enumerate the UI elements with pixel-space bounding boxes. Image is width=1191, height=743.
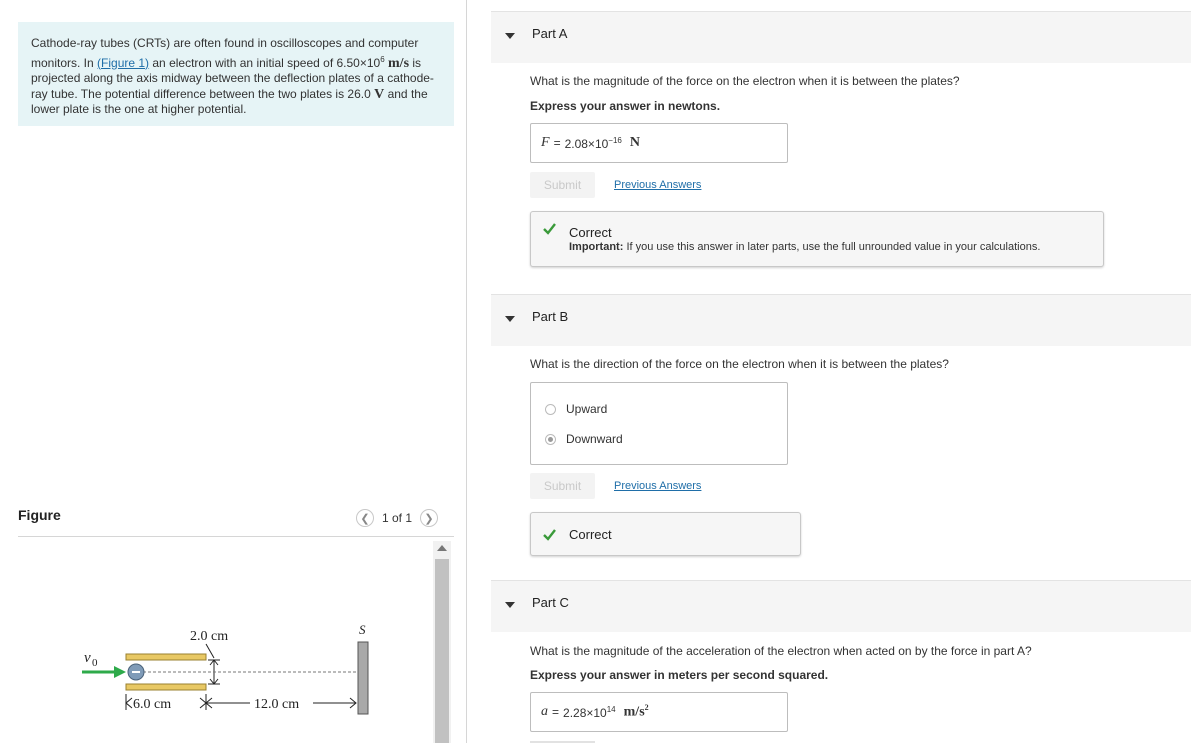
intro-line-4: ray tube. The potential difference betwe… bbox=[31, 86, 428, 102]
collapse-caret-icon[interactable] bbox=[505, 33, 515, 39]
lower-plate bbox=[125, 683, 207, 691]
part-b-title: Part B bbox=[532, 309, 569, 324]
figure-pager: ❮ 1 of 1 ❯ bbox=[356, 508, 439, 528]
problem-statement: Cathode-ray tubes (CRTs) are often found… bbox=[18, 22, 454, 126]
part-b-question: What is the direction of the force on th… bbox=[530, 357, 949, 371]
figure-link[interactable]: (Figure 1) bbox=[97, 56, 149, 70]
part-c-instruction: Express your answer in meters per second… bbox=[530, 668, 829, 682]
part-a-question: What is the magnitude of the force on th… bbox=[530, 74, 960, 88]
upper-plate bbox=[125, 653, 207, 661]
part-a-feedback-title: Correct bbox=[569, 225, 612, 240]
part-a-instruction: Express your answer in newtons. bbox=[530, 99, 721, 113]
scroll-up-icon[interactable] bbox=[437, 545, 447, 551]
part-b-feedback-title: Correct bbox=[569, 527, 612, 542]
figure-scrollbar[interactable] bbox=[433, 541, 451, 743]
part-c-answer-value: 2.28×1014 bbox=[563, 704, 616, 720]
part-a-feedback: Correct Important: If you use this answe… bbox=[530, 211, 1104, 267]
part-b-feedback: Correct bbox=[530, 512, 801, 556]
crt-figure: v 0 2.0 cm S 6.0 cm 12.0 cm bbox=[82, 622, 369, 715]
figure-divider bbox=[18, 536, 454, 537]
part-c-header[interactable]: Part C bbox=[491, 580, 1191, 632]
chevron-left-icon[interactable]: ❮ bbox=[356, 509, 374, 527]
part-a-header[interactable]: Part A bbox=[491, 11, 1191, 63]
scrollbar-thumb[interactable] bbox=[435, 559, 449, 743]
label-screen: S bbox=[359, 622, 366, 637]
label-plate-length: 6.0 cm bbox=[133, 697, 171, 712]
intro-line-5: lower plate is the one at higher potenti… bbox=[31, 102, 247, 116]
part-c-question: What is the magnitude of the acceleratio… bbox=[530, 644, 1032, 658]
collapse-caret-icon[interactable] bbox=[505, 316, 515, 322]
checkmark-icon bbox=[543, 529, 556, 541]
part-a-previous-answers-link[interactable]: Previous Answers bbox=[614, 179, 701, 191]
part-a-feedback-note: Important: If you use this answer in lat… bbox=[569, 241, 1041, 253]
collapse-caret-icon[interactable] bbox=[505, 602, 515, 608]
part-c-answer-field[interactable]: a = 2.28×1014 m/s2 bbox=[530, 692, 788, 732]
label-distance: 12.0 cm bbox=[254, 697, 299, 712]
option-downward[interactable]: Downward bbox=[545, 432, 623, 446]
label-gap: 2.0 cm bbox=[190, 629, 228, 644]
part-a-title: Part A bbox=[532, 26, 568, 41]
label-v0: v bbox=[84, 650, 91, 666]
pager-count: 1 of 1 bbox=[382, 511, 413, 525]
checkmark-icon bbox=[543, 223, 556, 235]
intro-line-2: monitors. In (Figure 1) an electron with… bbox=[31, 54, 422, 71]
part-b-submit-button[interactable]: Submit bbox=[530, 473, 595, 499]
problem-panel: Cathode-ray tubes (CRTs) are often found… bbox=[0, 0, 466, 743]
chevron-right-icon[interactable]: ❯ bbox=[420, 509, 439, 527]
questions-panel: Part A What is the magnitude of the forc… bbox=[467, 0, 1191, 743]
intro-line-1: Cathode-ray tubes (CRTs) are often found… bbox=[31, 36, 419, 50]
figure-title: Figure bbox=[18, 507, 61, 523]
radio-downward[interactable] bbox=[545, 433, 556, 445]
part-a-answer-field[interactable]: F = 2.08×10−16 N bbox=[530, 123, 788, 163]
radio-upward[interactable] bbox=[545, 403, 556, 415]
part-a-submit-button[interactable]: Submit bbox=[530, 172, 595, 198]
part-c-title: Part C bbox=[532, 595, 569, 610]
screen-s bbox=[357, 641, 369, 715]
intro-line-3: projected along the axis midway between … bbox=[31, 71, 434, 85]
part-b-options: Upward Downward bbox=[530, 382, 788, 465]
part-b-previous-answers-link[interactable]: Previous Answers bbox=[614, 480, 701, 492]
svg-text:0: 0 bbox=[92, 657, 98, 669]
part-b-header[interactable]: Part B bbox=[491, 294, 1191, 346]
part-a-answer-value: 2.08×10−16 bbox=[564, 135, 622, 151]
option-upward[interactable]: Upward bbox=[545, 402, 607, 416]
